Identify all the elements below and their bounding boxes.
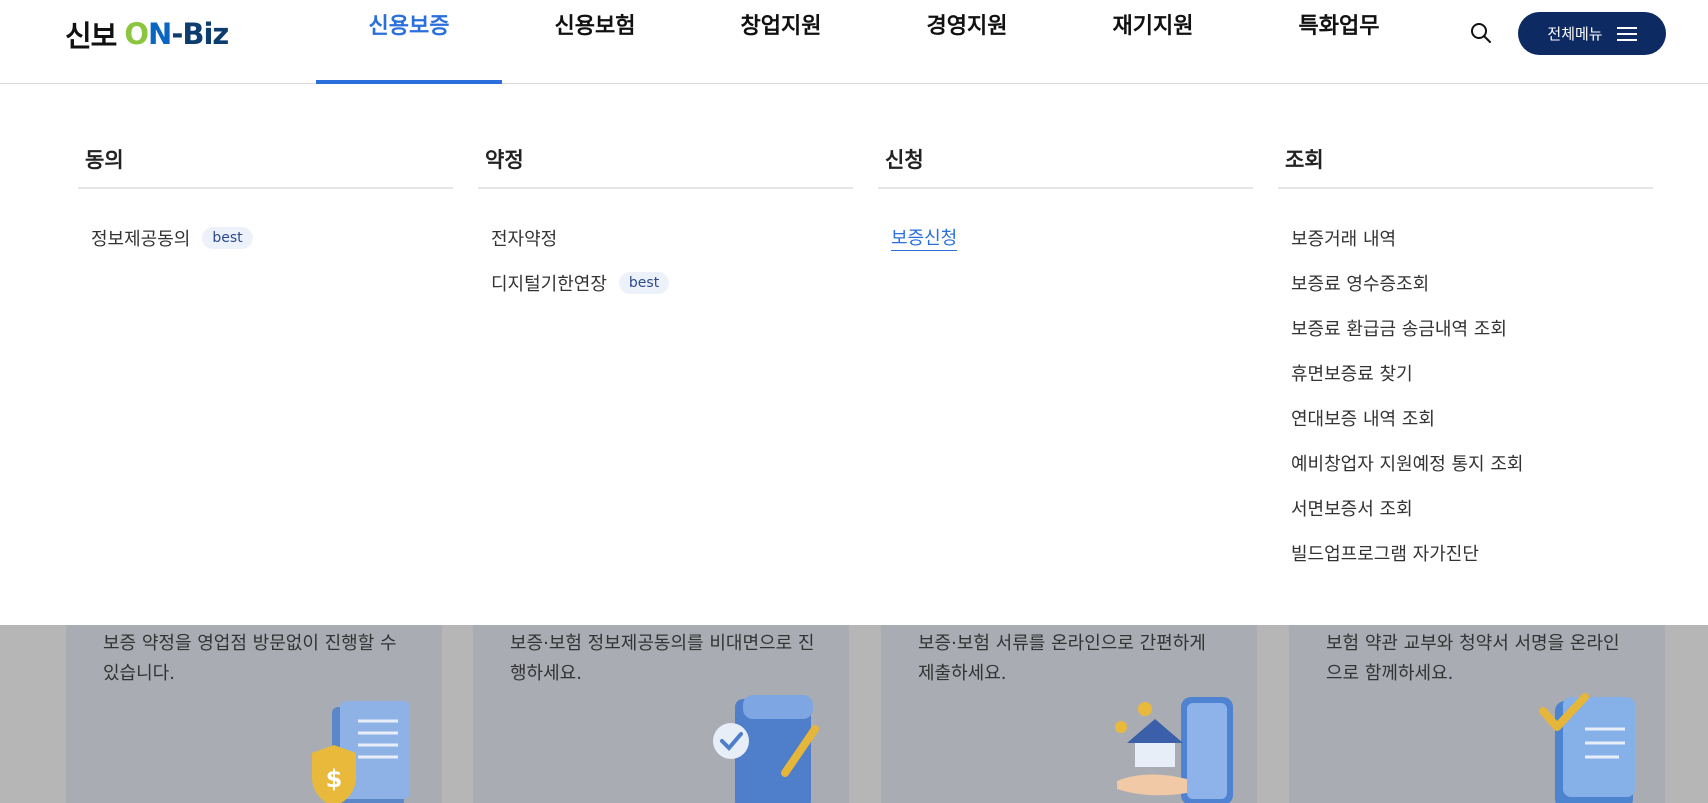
menu-column-application: 신청 보증신청 (878, 144, 1253, 260)
mega-menu: 동의 정보제공동의 best 약정 전자약정 디지털기한연장 best 신청 보… (0, 84, 1708, 625)
menu-link-label: 디지털기한연장 (491, 273, 607, 295)
logo-ko-text: 신보 (65, 19, 117, 53)
site-logo[interactable]: 신보 O N -Biz (65, 14, 229, 54)
menu-column-inquiry: 조회 보증거래 내역 보증료 영수증조회 보증료 환급금 송금내역 조회 휴면보… (1278, 144, 1653, 575)
menu-link-fee-receipt[interactable]: 보증료 영수증조회 (1278, 260, 1653, 305)
menu-link-label: 보증거래 내역 (1291, 228, 1397, 250)
menu-link-label: 전자약정 (491, 228, 558, 250)
menu-link-info-consent[interactable]: 정보제공동의 best (78, 215, 453, 260)
column-title: 조회 (1278, 144, 1653, 189)
best-badge: best (202, 226, 253, 249)
card-description: 보증·보험 서류를 온라인으로 간편하게 제출하세요. (918, 633, 1206, 684)
nav-item-special-services[interactable]: 특화업무 (1246, 0, 1432, 66)
document-check-pen-icon (699, 689, 829, 803)
logo-o-letter: O (124, 17, 149, 51)
menu-link-refund-history[interactable]: 보증료 환급금 송금내역 조회 (1278, 305, 1653, 350)
logo-n-letter: N (148, 17, 172, 51)
menu-link-buildup-diagnosis[interactable]: 빌드업프로그램 자가진단 (1278, 530, 1653, 575)
menu-link-digital-extension[interactable]: 디지털기한연장 best (478, 260, 853, 305)
menu-link-label: 정보제공동의 (91, 228, 191, 250)
logo-biz-text: -Biz (171, 17, 229, 51)
service-card[interactable]: 보험 약관 교부와 청약서 서명을 온라인으로 함께하세요. (1289, 625, 1665, 803)
menu-link-label: 휴면보증료 찾기 (1291, 363, 1413, 385)
svg-text:$: $ (326, 765, 343, 793)
service-card[interactable]: 보증 약정을 영업점 방문없이 진행할 수 있습니다. $ (66, 625, 442, 803)
card-description: 보험 약관 교부와 청약서 서명을 온라인으로 함께하세요. (1326, 633, 1620, 684)
menu-link-label: 보증료 환급금 송금내역 조회 (1291, 318, 1507, 340)
menu-link-e-agreement[interactable]: 전자약정 (478, 215, 853, 260)
menu-link-guarantee-history[interactable]: 보증거래 내역 (1278, 215, 1653, 260)
menu-link-label: 예비창업자 지원예정 통지 조회 (1291, 453, 1524, 475)
card-description: 보증 약정을 영업점 방문없이 진행할 수 있습니다. (103, 633, 397, 684)
nav-item-management-support[interactable]: 경영지원 (874, 0, 1060, 66)
dimmed-page-content: 보증 약정을 영업점 방문없이 진행할 수 있습니다. $ 보증·보험 정보제공… (0, 625, 1708, 803)
menu-link-joint-guarantee[interactable]: 연대보증 내역 조회 (1278, 395, 1653, 440)
hamburger-icon (1616, 26, 1637, 41)
nav-item-credit-guarantee[interactable]: 신용보증 (316, 0, 502, 84)
nav-item-credit-insurance[interactable]: 신용보험 (502, 0, 688, 66)
column-title: 약정 (478, 144, 853, 189)
document-checkmark-icon (1515, 689, 1645, 803)
nav-item-startup-support[interactable]: 창업지원 (688, 0, 874, 66)
all-menu-button[interactable]: 전체메뉴 (1518, 12, 1666, 55)
service-card[interactable]: 보증·보험 정보제공동의를 비대면으로 진행하세요. (473, 625, 849, 803)
best-badge: best (618, 271, 670, 294)
menu-link-label: 연대보증 내역 조회 (1291, 408, 1435, 430)
card-description: 보증·보험 정보제공동의를 비대면으로 진행하세요. (510, 633, 815, 684)
search-icon[interactable] (1468, 20, 1494, 46)
column-title: 동의 (78, 144, 453, 189)
service-card[interactable]: 보증·보험 서류를 온라인으로 간편하게 제출하세요. (881, 625, 1257, 803)
menu-link-pre-startup-notice[interactable]: 예비창업자 지원예정 통지 조회 (1278, 440, 1653, 485)
menu-link-paper-guarantee[interactable]: 서면보증서 조회 (1278, 485, 1653, 530)
all-menu-label: 전체메뉴 (1547, 25, 1603, 43)
menu-column-consent: 동의 정보제공동의 best (78, 144, 453, 260)
menu-link-dormant-fee[interactable]: 휴면보증료 찾기 (1278, 350, 1653, 395)
hand-house-coin-icon (1107, 689, 1237, 803)
menu-link-label: 빌드업프로그램 자가진단 (1291, 543, 1479, 565)
site-header: 신보 O N -Biz 신용보증 신용보험 창업지원 경영지원 재기지원 특화업… (0, 0, 1708, 84)
menu-link-label: 보증신청 (891, 224, 958, 251)
menu-link-guarantee-application[interactable]: 보증신청 (878, 215, 1253, 260)
menu-link-label: 보증료 영수증조회 (1291, 273, 1430, 295)
main-nav: 신용보증 신용보험 창업지원 경영지원 재기지원 특화업무 (316, 0, 1432, 84)
nav-item-recovery-support[interactable]: 재기지원 (1060, 0, 1246, 66)
menu-link-label: 서면보증서 조회 (1291, 498, 1413, 520)
menu-column-agreement: 약정 전자약정 디지털기한연장 best (478, 144, 853, 305)
column-title: 신청 (878, 144, 1253, 189)
document-shield-dollar-icon: $ (292, 689, 422, 803)
